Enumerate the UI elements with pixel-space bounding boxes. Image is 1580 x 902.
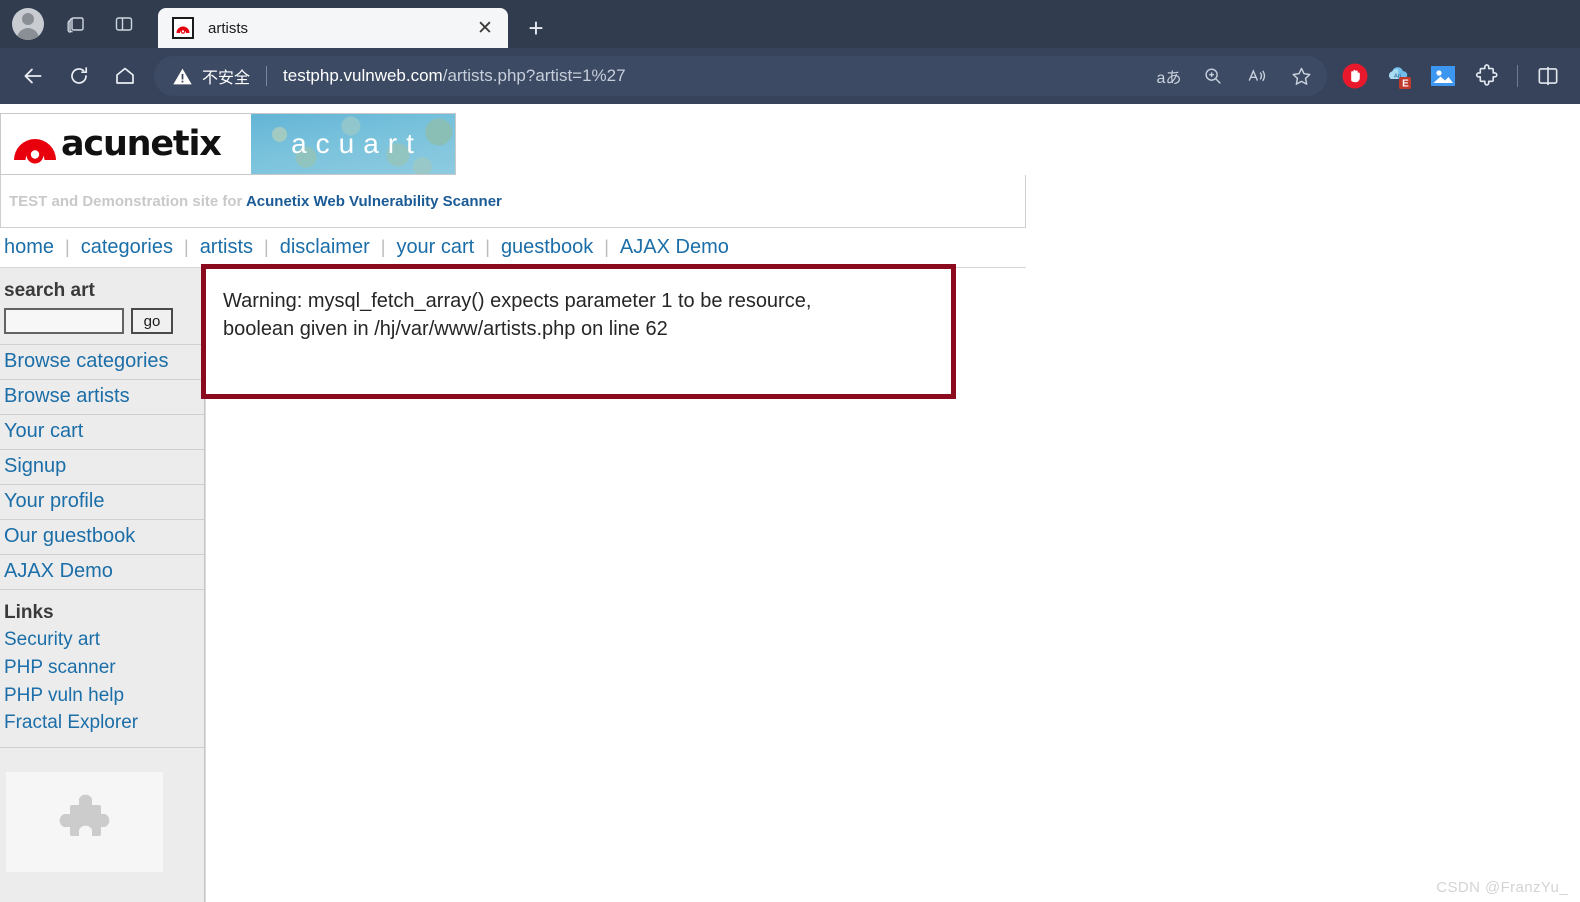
navigation-toolbar: 不安全 testphp.vulnweb.com/artists.php?arti… bbox=[0, 48, 1580, 104]
nav-your-cart[interactable]: your cart bbox=[385, 236, 485, 259]
acuart-banner: acuart bbox=[251, 114, 455, 174]
url-text: testphp.vulnweb.com/artists.php?artist=1… bbox=[283, 66, 626, 86]
cloud-extension-icon[interactable]: Ari E bbox=[1377, 56, 1421, 96]
php-warning-text: Warning: mysql_fetch_array() expects par… bbox=[206, 269, 951, 344]
workspaces-icon[interactable] bbox=[52, 0, 100, 48]
sidebar-link-php-vuln-help[interactable]: PHP vuln help bbox=[0, 682, 204, 710]
sidebar-item-our-guestbook[interactable]: Our guestbook bbox=[0, 520, 204, 555]
missing-plugin-icon bbox=[59, 794, 109, 837]
nav-ajax-demo[interactable]: AJAX Demo bbox=[609, 236, 740, 259]
browser-window: artists ✕ + 不安全 testphp.vulnweb.com/arti… bbox=[0, 0, 1580, 902]
acunetix-favicon bbox=[172, 17, 194, 39]
search-go-button[interactable]: go bbox=[131, 308, 173, 334]
missing-plugin-placeholder[interactable] bbox=[6, 772, 163, 873]
tagline-prefix: TEST and Demonstration site for bbox=[9, 192, 246, 210]
close-icon[interactable]: ✕ bbox=[472, 15, 498, 41]
omnibox-separator bbox=[266, 66, 268, 86]
tab-strip: artists ✕ + bbox=[0, 0, 1580, 48]
warning-line-1: Warning: mysql_fetch_array() expects par… bbox=[223, 290, 812, 312]
search-form: go bbox=[0, 306, 204, 345]
acunetix-wordmark: acunetix bbox=[61, 124, 222, 164]
url-path: /artists.php?artist=1%27 bbox=[442, 66, 626, 85]
sidebar: search art go Browse categories Browse a… bbox=[0, 268, 205, 902]
acunetix-logo: acunetix bbox=[1, 114, 251, 174]
nav-guestbook[interactable]: guestbook bbox=[490, 236, 604, 259]
sidebar-item-browse-artists[interactable]: Browse artists bbox=[0, 380, 204, 415]
nav-disclaimer[interactable]: disclaimer bbox=[269, 236, 381, 259]
translate-icon[interactable]: aあ bbox=[1147, 58, 1191, 94]
sidebar-item-signup[interactable]: Signup bbox=[0, 450, 204, 485]
body-row: search art go Browse categories Browse a… bbox=[0, 264, 1580, 902]
security-indicator[interactable]: 不安全 bbox=[172, 64, 250, 88]
extensions-puzzle-icon[interactable] bbox=[1465, 56, 1509, 96]
refresh-icon[interactable] bbox=[56, 56, 102, 96]
toolbar-divider bbox=[1517, 65, 1518, 87]
security-text: 不安全 bbox=[202, 70, 251, 87]
acuart-wordmark: acuart bbox=[291, 128, 423, 159]
search-art-title: search art bbox=[4, 280, 95, 301]
omnibox-actions: aあ bbox=[1147, 58, 1323, 94]
tab-title: artists bbox=[208, 19, 249, 37]
sidebar-item-browse-categories[interactable]: Browse categories bbox=[0, 345, 204, 380]
links-section-title: Links bbox=[4, 602, 54, 623]
sidebar-divider bbox=[0, 747, 204, 749]
adblock-stop-hand-icon[interactable] bbox=[1333, 56, 1377, 96]
sidebar-item-ajax-demo[interactable]: AJAX Demo bbox=[0, 555, 204, 590]
browser-tab[interactable]: artists ✕ bbox=[158, 8, 508, 48]
image-extension-icon[interactable] bbox=[1421, 56, 1465, 96]
tagline-link[interactable]: Acunetix Web Vulnerability Scanner bbox=[246, 193, 502, 210]
home-icon[interactable] bbox=[102, 56, 148, 96]
avatar bbox=[12, 8, 44, 40]
warning-line-2: boolean given in /hj/var/www/artists.php… bbox=[223, 318, 668, 341]
sidebar-link-php-scanner[interactable]: PHP scanner bbox=[0, 654, 204, 682]
sidebar-item-your-profile[interactable]: Your profile bbox=[0, 485, 204, 520]
nav-categories[interactable]: categories bbox=[70, 236, 184, 259]
sidebar-link-security-art[interactable]: Security art bbox=[0, 626, 204, 654]
sidebar-link-fractal-explorer[interactable]: Fractal Explorer bbox=[0, 709, 204, 737]
tagline: TEST and Demonstration site for Acunetix… bbox=[9, 193, 502, 210]
csdn-watermark: CSDN @FranzYu_ bbox=[1436, 879, 1568, 896]
back-icon[interactable] bbox=[10, 56, 56, 96]
url-host: testphp.vulnweb.com bbox=[283, 66, 443, 85]
sidebar-item-your-cart[interactable]: Your cart bbox=[0, 415, 204, 450]
warning-triangle-icon bbox=[172, 66, 193, 87]
search-input[interactable] bbox=[4, 308, 124, 334]
page-content: acunetix acuart TEST and Demonstration s… bbox=[0, 104, 1580, 902]
acunetix-arch-icon bbox=[13, 124, 57, 164]
read-aloud-icon[interactable] bbox=[1235, 58, 1279, 94]
split-screen-icon[interactable] bbox=[1526, 56, 1570, 96]
top-navigation: home | categories | artists | disclaimer… bbox=[0, 228, 1026, 268]
zoom-icon[interactable] bbox=[1191, 58, 1235, 94]
address-bar[interactable]: 不安全 testphp.vulnweb.com/artists.php?arti… bbox=[154, 56, 1327, 96]
main-content: Warning: mysql_fetch_array() expects par… bbox=[201, 264, 1580, 902]
nav-home[interactable]: home bbox=[2, 236, 65, 259]
profile-avatar[interactable] bbox=[4, 0, 52, 48]
nav-artists[interactable]: artists bbox=[189, 236, 264, 259]
svg-text:E: E bbox=[1402, 79, 1409, 90]
php-warning-box: Warning: mysql_fetch_array() expects par… bbox=[201, 264, 956, 399]
site-logo[interactable]: acunetix acuart bbox=[0, 113, 456, 175]
new-tab-button[interactable]: + bbox=[516, 8, 556, 48]
tab-actions-icon[interactable] bbox=[100, 0, 148, 48]
favorite-star-icon[interactable] bbox=[1279, 58, 1323, 94]
tagline-box: TEST and Demonstration site for Acunetix… bbox=[0, 175, 1026, 228]
